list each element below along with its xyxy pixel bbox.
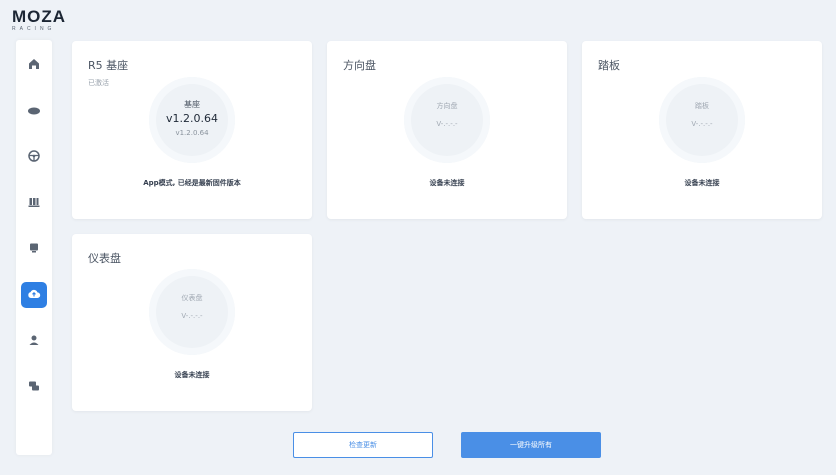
pedal-ring-label: 踏板 xyxy=(695,102,709,110)
wheel-card-title: 方向盘 xyxy=(343,59,376,72)
base-version-small: v1.2.0.64 xyxy=(175,129,209,137)
base-status: App模式, 已经是最新固件版本 xyxy=(143,179,241,187)
sidebar-item-dashboard[interactable] xyxy=(21,236,47,262)
base-activation-status: 已激活 xyxy=(88,79,109,87)
sidebar-item-home[interactable] xyxy=(21,52,47,78)
home-icon xyxy=(27,56,41,75)
pedal-card: 踏板 踏板 V-.-.-.- 设备未连接 xyxy=(582,41,822,219)
dash-version: V-.-.-.- xyxy=(181,312,203,320)
sidebar xyxy=(16,40,52,455)
sidebar-item-wheelbase[interactable] xyxy=(21,99,47,125)
dash-card: 仪表盘 仪表盘 V-.-.-.- 设备未连接 xyxy=(72,234,312,411)
sidebar-item-chat[interactable] xyxy=(21,374,47,400)
dash-card-title: 仪表盘 xyxy=(88,252,121,265)
base-card: R5 基座 已激活 基座 v1.2.0.64 v1.2.0.64 App模式, … xyxy=(72,41,312,219)
steering-wheel-icon xyxy=(27,148,41,167)
moza-logo: MOZA RACING xyxy=(12,8,112,38)
base-version: v1.2.0.64 xyxy=(166,112,218,125)
pedals-icon xyxy=(27,194,41,213)
wheel-version: V-.-.-.- xyxy=(436,120,458,128)
cloud-upload-icon xyxy=(27,286,41,305)
dash-status: 设备未连接 xyxy=(174,371,210,379)
sidebar-item-user[interactable] xyxy=(21,328,47,354)
dash-ring-label: 仪表盘 xyxy=(181,294,203,302)
pedal-status: 设备未连接 xyxy=(684,179,720,187)
sidebar-item-steering-wheel[interactable] xyxy=(21,144,47,170)
wheel-version-ring: 方向盘 V-.-.-.- xyxy=(404,77,490,163)
pedal-card-title: 踏板 xyxy=(598,59,620,72)
logo-subtext: RACING xyxy=(12,26,56,32)
dash-version-ring: 仪表盘 V-.-.-.- xyxy=(149,269,235,355)
dashboard-icon xyxy=(27,240,41,259)
wheelbase-icon xyxy=(27,103,41,122)
pedal-version: V-.-.-.- xyxy=(691,120,713,128)
sidebar-item-pedals[interactable] xyxy=(21,190,47,216)
base-version-ring: 基座 v1.2.0.64 v1.2.0.64 xyxy=(149,77,235,163)
base-card-title: R5 基座 xyxy=(88,59,129,72)
chat-icon xyxy=(27,378,41,397)
wheel-ring-label: 方向盘 xyxy=(436,102,458,110)
base-ring-label: 基座 xyxy=(184,100,200,109)
wheel-status: 设备未连接 xyxy=(429,179,465,187)
check-update-button[interactable]: 检查更新 xyxy=(293,432,433,458)
wheel-card: 方向盘 方向盘 V-.-.-.- 设备未连接 xyxy=(327,41,567,219)
user-icon xyxy=(27,332,41,351)
logo-text: MOZA xyxy=(12,7,67,26)
pedal-version-ring: 踏板 V-.-.-.- xyxy=(659,77,745,163)
sidebar-item-firmware[interactable] xyxy=(21,282,47,308)
upgrade-all-button[interactable]: 一键升级所有 xyxy=(461,432,601,458)
